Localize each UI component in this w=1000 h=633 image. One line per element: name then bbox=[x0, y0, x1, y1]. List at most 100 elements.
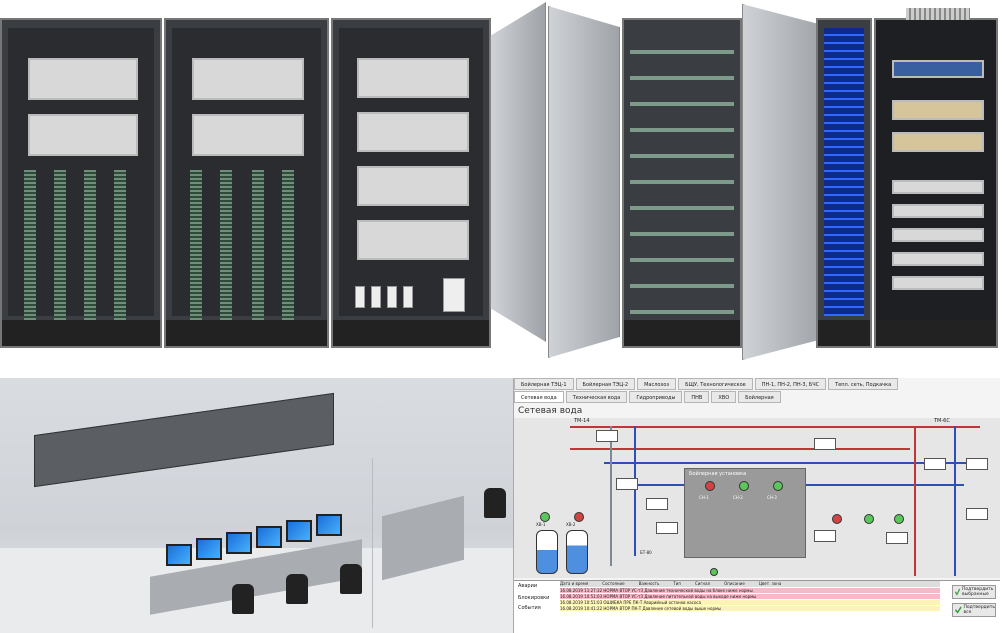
value-box[interactable] bbox=[616, 478, 638, 490]
patch-panel bbox=[892, 60, 984, 78]
ack-all-label: Подтвердить все bbox=[963, 605, 995, 615]
cold-water-pipe bbox=[634, 426, 636, 556]
alarm-row[interactable]: 16.08.2019 10:51:03 НОРМА ВТОР УС-тЗ Дав… bbox=[560, 594, 940, 599]
pump-red-icon[interactable] bbox=[832, 514, 842, 524]
io-module bbox=[357, 220, 469, 260]
io-module bbox=[192, 114, 304, 156]
value-box[interactable] bbox=[596, 430, 618, 442]
tab-second-1[interactable]: Сетевая вода bbox=[514, 391, 564, 403]
tab-second-5[interactable]: ХВО bbox=[711, 391, 737, 403]
screen-title: Сетевая вода bbox=[518, 406, 583, 416]
checkmark-icon bbox=[955, 588, 960, 596]
tab-second-3[interactable]: Гидроприводы bbox=[629, 391, 683, 403]
alarm-panel: Аварии Блокировки События Дата и время С… bbox=[514, 580, 1000, 633]
value-box[interactable] bbox=[814, 530, 836, 542]
ack-selected-button[interactable]: Подтвердить выбранные bbox=[952, 585, 996, 599]
power-distribution bbox=[892, 132, 984, 152]
cabinet-5 bbox=[816, 18, 872, 348]
alarm-tab-locks[interactable]: Блокировки bbox=[518, 595, 549, 601]
io-module bbox=[192, 58, 304, 100]
alarm-tab-alarms[interactable]: Аварии bbox=[518, 583, 537, 589]
value-box[interactable] bbox=[646, 498, 668, 510]
cabinet-4 bbox=[622, 18, 742, 348]
tab-top-1[interactable]: Бойлерная ТЭЦ-1 bbox=[514, 378, 574, 390]
monitor bbox=[256, 526, 282, 548]
pump-green-icon[interactable] bbox=[894, 514, 904, 524]
cold-water-pipe bbox=[954, 426, 956, 576]
col-signal: Сигнал bbox=[695, 581, 711, 586]
io-module bbox=[357, 112, 469, 152]
tab-second-2[interactable]: Техническая вода bbox=[565, 391, 628, 403]
value-box[interactable] bbox=[656, 522, 678, 534]
server-unit bbox=[892, 180, 984, 194]
alarm-row[interactable]: 16.08.2019 11:27:32 НОРМА ВТОР УС-тЗ Дав… bbox=[560, 588, 940, 593]
cabinet-6 bbox=[874, 8, 998, 348]
glass-partition bbox=[372, 458, 373, 628]
cabinet-plinth bbox=[2, 320, 160, 346]
tank-2 bbox=[566, 530, 588, 574]
monitor bbox=[226, 532, 252, 554]
cabinet-plinth bbox=[624, 320, 740, 346]
label-tm14: ТМ-14 bbox=[574, 418, 590, 424]
col-datetime: Дата и время bbox=[560, 581, 589, 586]
cabinet-1 bbox=[0, 18, 162, 348]
monitor bbox=[286, 520, 312, 542]
cabinet-plinth bbox=[818, 320, 870, 346]
server-unit bbox=[892, 228, 984, 242]
server-unit bbox=[892, 204, 984, 218]
value-box[interactable] bbox=[886, 532, 908, 544]
pump-green-icon[interactable] bbox=[540, 512, 550, 522]
col-priority: Важность bbox=[638, 581, 660, 586]
terminal-rail bbox=[54, 170, 66, 330]
top-tab-row: Бойлерная ТЭЦ-1 Бойлерная ТЭЦ-2 Маслохоз… bbox=[514, 378, 900, 390]
label-cn2: СН-2 bbox=[733, 495, 743, 500]
composite-image: Бойлерная ТЭЦ-1 Бойлерная ТЭЦ-2 Маслохоз… bbox=[0, 0, 1000, 633]
value-box[interactable] bbox=[814, 438, 836, 450]
alarm-tab-events[interactable]: События bbox=[518, 605, 541, 611]
io-module bbox=[357, 58, 469, 98]
pump-green-icon[interactable] bbox=[864, 514, 874, 524]
monitor bbox=[316, 514, 342, 536]
pump-red-icon[interactable] bbox=[574, 512, 584, 522]
alarm-row[interactable]: 16.08.2019 10:51:03 ОШИБКА ПРЕ ПК-Т Авар… bbox=[560, 600, 940, 605]
tab-top-4[interactable]: БЩУ, Технологическое bbox=[678, 378, 753, 390]
scada-screen: Бойлерная ТЭЦ-1 Бойлерная ТЭЦ-2 Маслохоз… bbox=[513, 378, 1000, 633]
alarm-row[interactable]: 16.08.2019 10:41:22 НОРМА ВТОР ПК-Т Давл… bbox=[560, 606, 940, 611]
mnemonic-diagram: ТМ-14 ТМ-6С Бойлерная установка СН-1 СН-… bbox=[514, 418, 1000, 578]
ack-all-button[interactable]: Подтвердить все bbox=[952, 603, 996, 617]
value-box[interactable] bbox=[966, 458, 988, 470]
pump-green-icon[interactable] bbox=[773, 481, 783, 491]
tab-second-6[interactable]: Бойлерная bbox=[738, 391, 781, 403]
tab-top-3[interactable]: Маслохоз bbox=[637, 378, 677, 390]
power-distribution bbox=[892, 100, 984, 120]
col-color-zone: Цвет. зона bbox=[758, 581, 782, 586]
pump-green-icon[interactable] bbox=[739, 481, 749, 491]
terminal-rail bbox=[220, 170, 232, 330]
cold-water-pipe bbox=[604, 462, 974, 464]
monitor bbox=[166, 544, 192, 566]
cabinet-plinth bbox=[876, 320, 996, 346]
alarm-header: Дата и время Состояние Важность Тип Сигн… bbox=[560, 581, 940, 587]
col-state: Состояние bbox=[602, 581, 625, 586]
cabinet-3 bbox=[331, 18, 491, 348]
value-box[interactable] bbox=[924, 458, 946, 470]
tab-top-2[interactable]: Бойлерная ТЭЦ-2 bbox=[575, 378, 636, 390]
io-module bbox=[28, 58, 138, 100]
pump-green-icon[interactable] bbox=[710, 568, 718, 576]
ack-selected-label: Подтвердить выбранные bbox=[961, 587, 994, 597]
boiler-unit-block: Бойлерная установка СН-1 СН-2 СН-3 bbox=[684, 468, 806, 558]
open-cabinet-door bbox=[548, 6, 620, 358]
aux-pipe bbox=[610, 426, 612, 566]
hot-water-pipe bbox=[570, 426, 980, 428]
office-chair bbox=[232, 584, 254, 614]
value-box[interactable] bbox=[966, 508, 988, 520]
office-chair bbox=[340, 564, 362, 594]
tab-top-6[interactable]: Тепл. сеть, Подкачка bbox=[828, 378, 899, 390]
label-fw1: ХВ-1 bbox=[536, 522, 546, 527]
tab-top-5[interactable]: ПН-1, ПН-2, ПН-3, БЧС bbox=[754, 378, 827, 390]
pump-red-icon[interactable] bbox=[705, 481, 715, 491]
circuit-breaker bbox=[403, 286, 413, 308]
cabinet-interior bbox=[630, 28, 734, 316]
tab-second-4[interactable]: ПНВ bbox=[684, 391, 710, 403]
label-bt: БТ-80 bbox=[640, 550, 652, 555]
